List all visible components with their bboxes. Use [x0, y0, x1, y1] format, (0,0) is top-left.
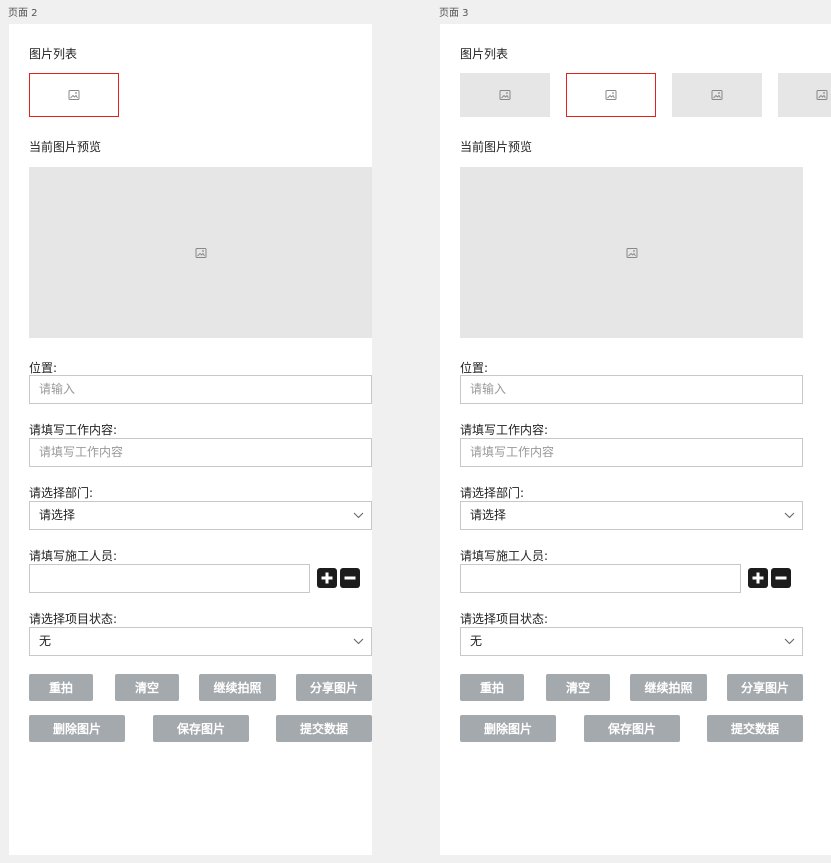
add-worker-button[interactable] [748, 568, 768, 588]
department-label: 请选择部门: [460, 486, 525, 500]
project-status-select-value: 无 [39, 634, 52, 648]
chevron-down-icon [784, 638, 795, 645]
image-thumbnail-selected[interactable] [566, 73, 656, 117]
remove-worker-button[interactable] [771, 568, 791, 588]
workers-label: 请填写施工人员: [460, 549, 549, 563]
workers-label: 请填写施工人员: [29, 549, 118, 563]
retake-button[interactable]: 重拍 [29, 674, 93, 701]
department-select[interactable]: 请选择 [460, 501, 803, 530]
current-preview-label: 当前图片预览 [29, 140, 102, 154]
current-preview-label: 当前图片预览 [460, 140, 533, 154]
minus-icon [344, 576, 356, 580]
location-label: 位置: [29, 361, 58, 375]
minus-icon [775, 576, 787, 580]
image-icon [68, 90, 80, 100]
image-icon [499, 90, 511, 100]
project-status-label: 请选择项目状态: [460, 612, 549, 626]
image-preview [460, 167, 803, 338]
save-image-button[interactable]: 保存图片 [153, 715, 249, 742]
add-worker-button[interactable] [317, 568, 337, 588]
department-select-value: 请选择 [470, 508, 507, 522]
image-thumbnail[interactable] [460, 73, 550, 117]
location-input[interactable]: 请输入 [29, 375, 372, 404]
workers-input[interactable] [460, 564, 741, 593]
page-label: 页面 2 [8, 8, 38, 19]
share-image-button[interactable]: 分享图片 [296, 674, 372, 701]
image-icon [816, 90, 828, 100]
project-status-label: 请选择项目状态: [29, 612, 118, 626]
remove-worker-button[interactable] [340, 568, 360, 588]
plus-icon [321, 572, 333, 584]
image-list-label: 图片列表 [29, 47, 78, 61]
continue-shoot-button[interactable]: 继续拍照 [630, 674, 707, 701]
work-content-label: 请填写工作内容: [460, 423, 549, 437]
submit-data-button[interactable]: 提交数据 [276, 715, 372, 742]
project-status-select[interactable]: 无 [29, 627, 372, 656]
location-label: 位置: [460, 361, 489, 375]
image-thumbnail[interactable] [778, 73, 831, 117]
page-3-frame: 图片列表 当前图片预览 位置: 请输入 请填写工作内容: 请填写工作内容 请选择… [440, 24, 831, 855]
clear-button[interactable]: 清空 [115, 674, 179, 701]
image-thumbnail-selected[interactable] [29, 73, 119, 117]
save-image-button[interactable]: 保存图片 [584, 715, 680, 742]
chevron-down-icon [784, 512, 795, 519]
department-select-value: 请选择 [39, 508, 76, 522]
delete-image-button[interactable]: 删除图片 [460, 715, 556, 742]
page-label: 页面 3 [439, 8, 469, 19]
image-icon [626, 247, 637, 258]
chevron-down-icon [353, 512, 364, 519]
image-icon [605, 90, 617, 100]
continue-shoot-button[interactable]: 继续拍照 [199, 674, 276, 701]
work-content-input[interactable]: 请填写工作内容 [29, 438, 372, 467]
workers-input[interactable] [29, 564, 310, 593]
image-icon [711, 90, 723, 100]
location-input[interactable]: 请输入 [460, 375, 803, 404]
project-status-select[interactable]: 无 [460, 627, 803, 656]
department-label: 请选择部门: [29, 486, 94, 500]
retake-button[interactable]: 重拍 [460, 674, 524, 701]
project-status-select-value: 无 [470, 634, 483, 648]
image-list-label: 图片列表 [460, 47, 509, 61]
department-select[interactable]: 请选择 [29, 501, 372, 530]
image-icon [195, 247, 206, 258]
image-thumbnail[interactable] [672, 73, 762, 117]
submit-data-button[interactable]: 提交数据 [707, 715, 803, 742]
share-image-button[interactable]: 分享图片 [727, 674, 803, 701]
clear-button[interactable]: 清空 [546, 674, 610, 701]
image-preview [29, 167, 372, 338]
work-content-input[interactable]: 请填写工作内容 [460, 438, 803, 467]
chevron-down-icon [353, 638, 364, 645]
plus-icon [752, 572, 764, 584]
work-content-label: 请填写工作内容: [29, 423, 118, 437]
delete-image-button[interactable]: 删除图片 [29, 715, 125, 742]
page-2-frame: 图片列表 当前图片预览 位置: 请输入 请填写工作内容: 请填写工作内容 请选择… [9, 24, 372, 855]
